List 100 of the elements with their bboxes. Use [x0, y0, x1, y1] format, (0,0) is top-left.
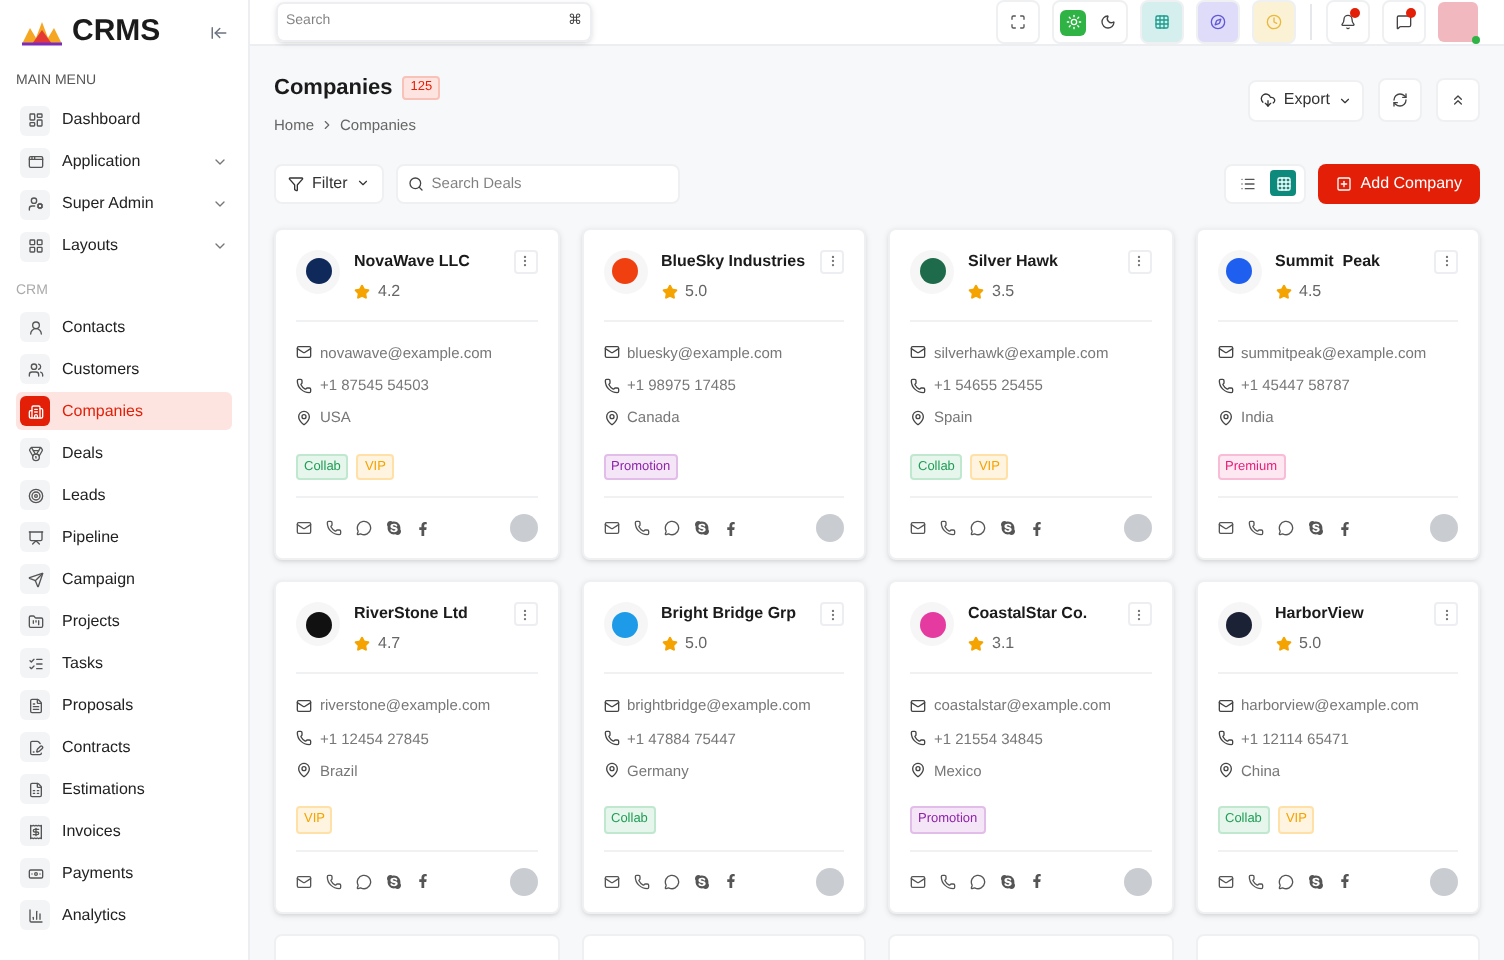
- phone-icon: [296, 730, 312, 747]
- star-icon: [354, 283, 370, 300]
- sidebar-item[interactable]: Pipeline: [16, 518, 232, 556]
- chevron-icon: [212, 196, 228, 212]
- sidebar-item[interactable]: Invoices: [16, 812, 232, 850]
- caret-icon: [355, 176, 370, 191]
- sidebar-item[interactable]: Campaign: [16, 560, 232, 598]
- sidebar-item[interactable]: Super Admin: [16, 185, 232, 223]
- logo-mark-icon: [305, 611, 331, 638]
- phone-icon: [603, 377, 619, 394]
- sidebar-item[interactable]: Application: [16, 143, 232, 181]
- chat-icon[interactable]: [356, 520, 372, 537]
- mail-icon[interactable]: [1217, 873, 1233, 890]
- add-company-button[interactable]: Add Company: [1318, 163, 1480, 204]
- sidebar-item[interactable]: Contracts: [16, 728, 232, 766]
- sidebar-item[interactable]: Customers: [16, 350, 232, 388]
- chat-icon[interactable]: [970, 520, 986, 537]
- phone-icon[interactable]: [1247, 520, 1263, 537]
- company-name[interactable]: Summit Peak: [1275, 249, 1420, 274]
- menu-icon: [20, 147, 50, 177]
- sidebar-item[interactable]: Tasks: [16, 644, 232, 682]
- filter-button[interactable]: Filter: [274, 163, 384, 204]
- skype-icon[interactable]: [693, 520, 709, 537]
- skype-icon[interactable]: [386, 873, 402, 890]
- company-name[interactable]: CoastalStar Co.: [968, 602, 1113, 627]
- phone-icon[interactable]: [326, 873, 342, 890]
- sidebar-item[interactable]: Analytics: [16, 896, 232, 934]
- facebook-icon[interactable]: [416, 874, 430, 889]
- phone-icon[interactable]: [940, 873, 956, 890]
- chat-icon[interactable]: [663, 520, 679, 537]
- phone-icon: [1217, 377, 1233, 394]
- export-button[interactable]: Export: [1247, 79, 1364, 121]
- chat-icon[interactable]: [970, 873, 986, 890]
- chat-icon[interactable]: [356, 873, 372, 890]
- sidebar-item[interactable]: Dashboard: [16, 101, 232, 139]
- chat-icon[interactable]: [1277, 873, 1293, 890]
- sidebar-item[interactable]: Estimations: [16, 770, 232, 808]
- mail-icon: [296, 344, 312, 361]
- facebook-icon[interactable]: [1030, 874, 1044, 889]
- company-name[interactable]: RiverStone Ltd: [354, 602, 499, 627]
- company-name[interactable]: NovaWave LLC: [354, 249, 499, 274]
- phone-icon[interactable]: [633, 873, 649, 890]
- mail-icon[interactable]: [603, 873, 619, 890]
- mail-icon: [910, 344, 926, 361]
- skype-icon[interactable]: [1307, 520, 1323, 537]
- rating: 5.0: [685, 279, 708, 304]
- company-name[interactable]: BlueSky Industries: [661, 249, 806, 274]
- sidebar-item[interactable]: Proposals: [16, 686, 232, 724]
- sidebar-item[interactable]: Projects: [16, 602, 232, 640]
- skype-icon[interactable]: [693, 873, 709, 890]
- sidebar-item[interactable]: Deals: [16, 434, 232, 472]
- skype-icon[interactable]: [386, 520, 402, 537]
- message-button[interactable]: [1382, 0, 1426, 44]
- owner-avatar: [1123, 867, 1151, 896]
- chat-icon[interactable]: [1277, 520, 1293, 537]
- facebook-icon[interactable]: [723, 874, 737, 889]
- company-name[interactable]: Silver Hawk: [968, 249, 1113, 274]
- compass-button[interactable]: [1196, 0, 1240, 44]
- menu-icon: [20, 858, 50, 888]
- sidebar-item[interactable]: Leads: [16, 476, 232, 514]
- sidebar-item[interactable]: Payments: [16, 854, 232, 892]
- notification-button[interactable]: [1326, 0, 1370, 44]
- facebook-icon[interactable]: [416, 521, 430, 536]
- grid-view-icon[interactable]: [1270, 170, 1297, 197]
- skype-icon[interactable]: [1000, 873, 1016, 890]
- menu-icon: [20, 438, 50, 468]
- rating: 5.0: [685, 632, 708, 657]
- phone-icon[interactable]: [326, 520, 342, 537]
- location-icon: [296, 409, 312, 426]
- sidebar-item[interactable]: Companies: [16, 392, 232, 430]
- facebook-icon[interactable]: [1337, 874, 1351, 889]
- company-name[interactable]: Bright Bridge Grp: [661, 602, 806, 627]
- facebook-icon[interactable]: [723, 521, 737, 536]
- mail-icon: [910, 697, 926, 714]
- mail-icon[interactable]: [296, 873, 312, 890]
- facebook-icon[interactable]: [1030, 521, 1044, 536]
- phone-icon[interactable]: [1247, 873, 1263, 890]
- mail-icon[interactable]: [910, 873, 926, 890]
- light-mode-button[interactable]: [1060, 9, 1086, 35]
- collapse-sidebar-icon[interactable]: [210, 23, 228, 41]
- skype-icon[interactable]: [1000, 520, 1016, 537]
- mail-icon[interactable]: [1217, 520, 1233, 537]
- sidebar-item[interactable]: Contacts: [16, 308, 232, 346]
- sidebar-item[interactable]: Layouts: [16, 227, 232, 265]
- company-name[interactable]: HarborView: [1275, 602, 1420, 627]
- mail-icon[interactable]: [910, 520, 926, 537]
- chat-icon[interactable]: [663, 873, 679, 890]
- mail-icon[interactable]: [296, 520, 312, 537]
- logo-mark-icon: [612, 258, 638, 285]
- menu-icon: [20, 900, 50, 930]
- mail-icon[interactable]: [603, 520, 619, 537]
- facebook-icon[interactable]: [1337, 521, 1351, 536]
- grid-button[interactable]: [1140, 0, 1184, 44]
- skype-icon[interactable]: [1307, 873, 1323, 890]
- phone-icon[interactable]: [633, 520, 649, 537]
- phone-icon[interactable]: [940, 520, 956, 537]
- fullscreen-button[interactable]: [996, 0, 1040, 44]
- mail-icon: [603, 697, 619, 714]
- search-icon: [407, 175, 424, 192]
- refresh-button[interactable]: [1378, 78, 1422, 122]
